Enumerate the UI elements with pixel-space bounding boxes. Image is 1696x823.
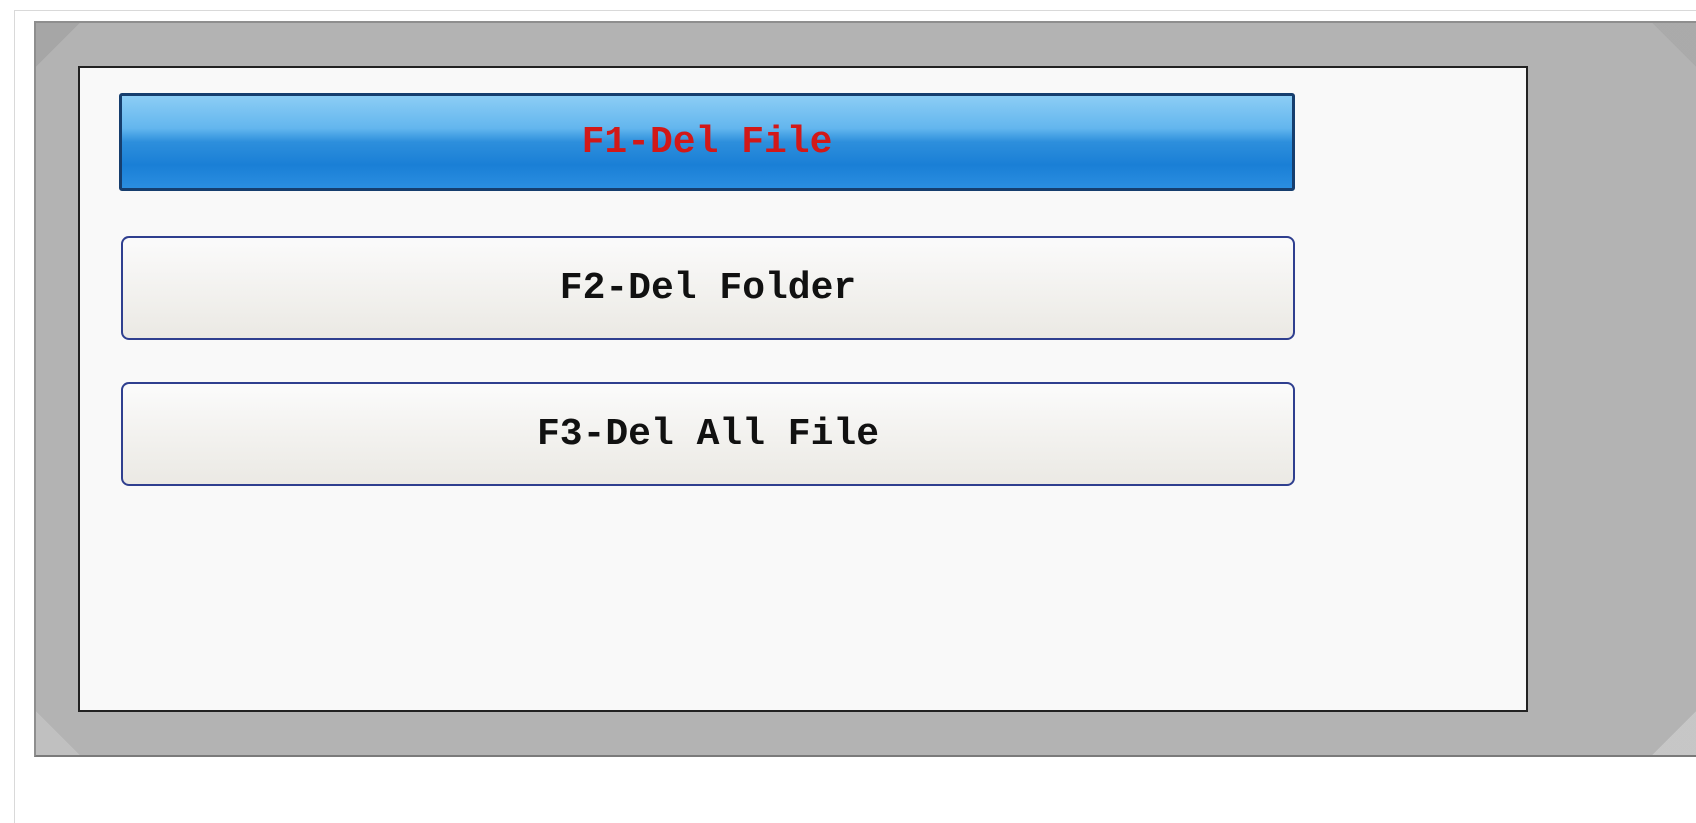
frame-corner-top-right	[1652, 23, 1696, 69]
frame-corner-bottom-right	[1652, 709, 1696, 755]
del-all-file-button[interactable]: F3-Del All File	[121, 382, 1295, 486]
del-all-file-label: F3-Del All File	[536, 412, 880, 456]
del-file-button[interactable]: F1-Del File	[119, 93, 1295, 191]
del-file-label: F1-Del File	[581, 120, 833, 164]
del-folder-label: F2-Del Folder	[559, 266, 857, 310]
del-folder-button[interactable]: F2-Del Folder	[121, 236, 1295, 340]
